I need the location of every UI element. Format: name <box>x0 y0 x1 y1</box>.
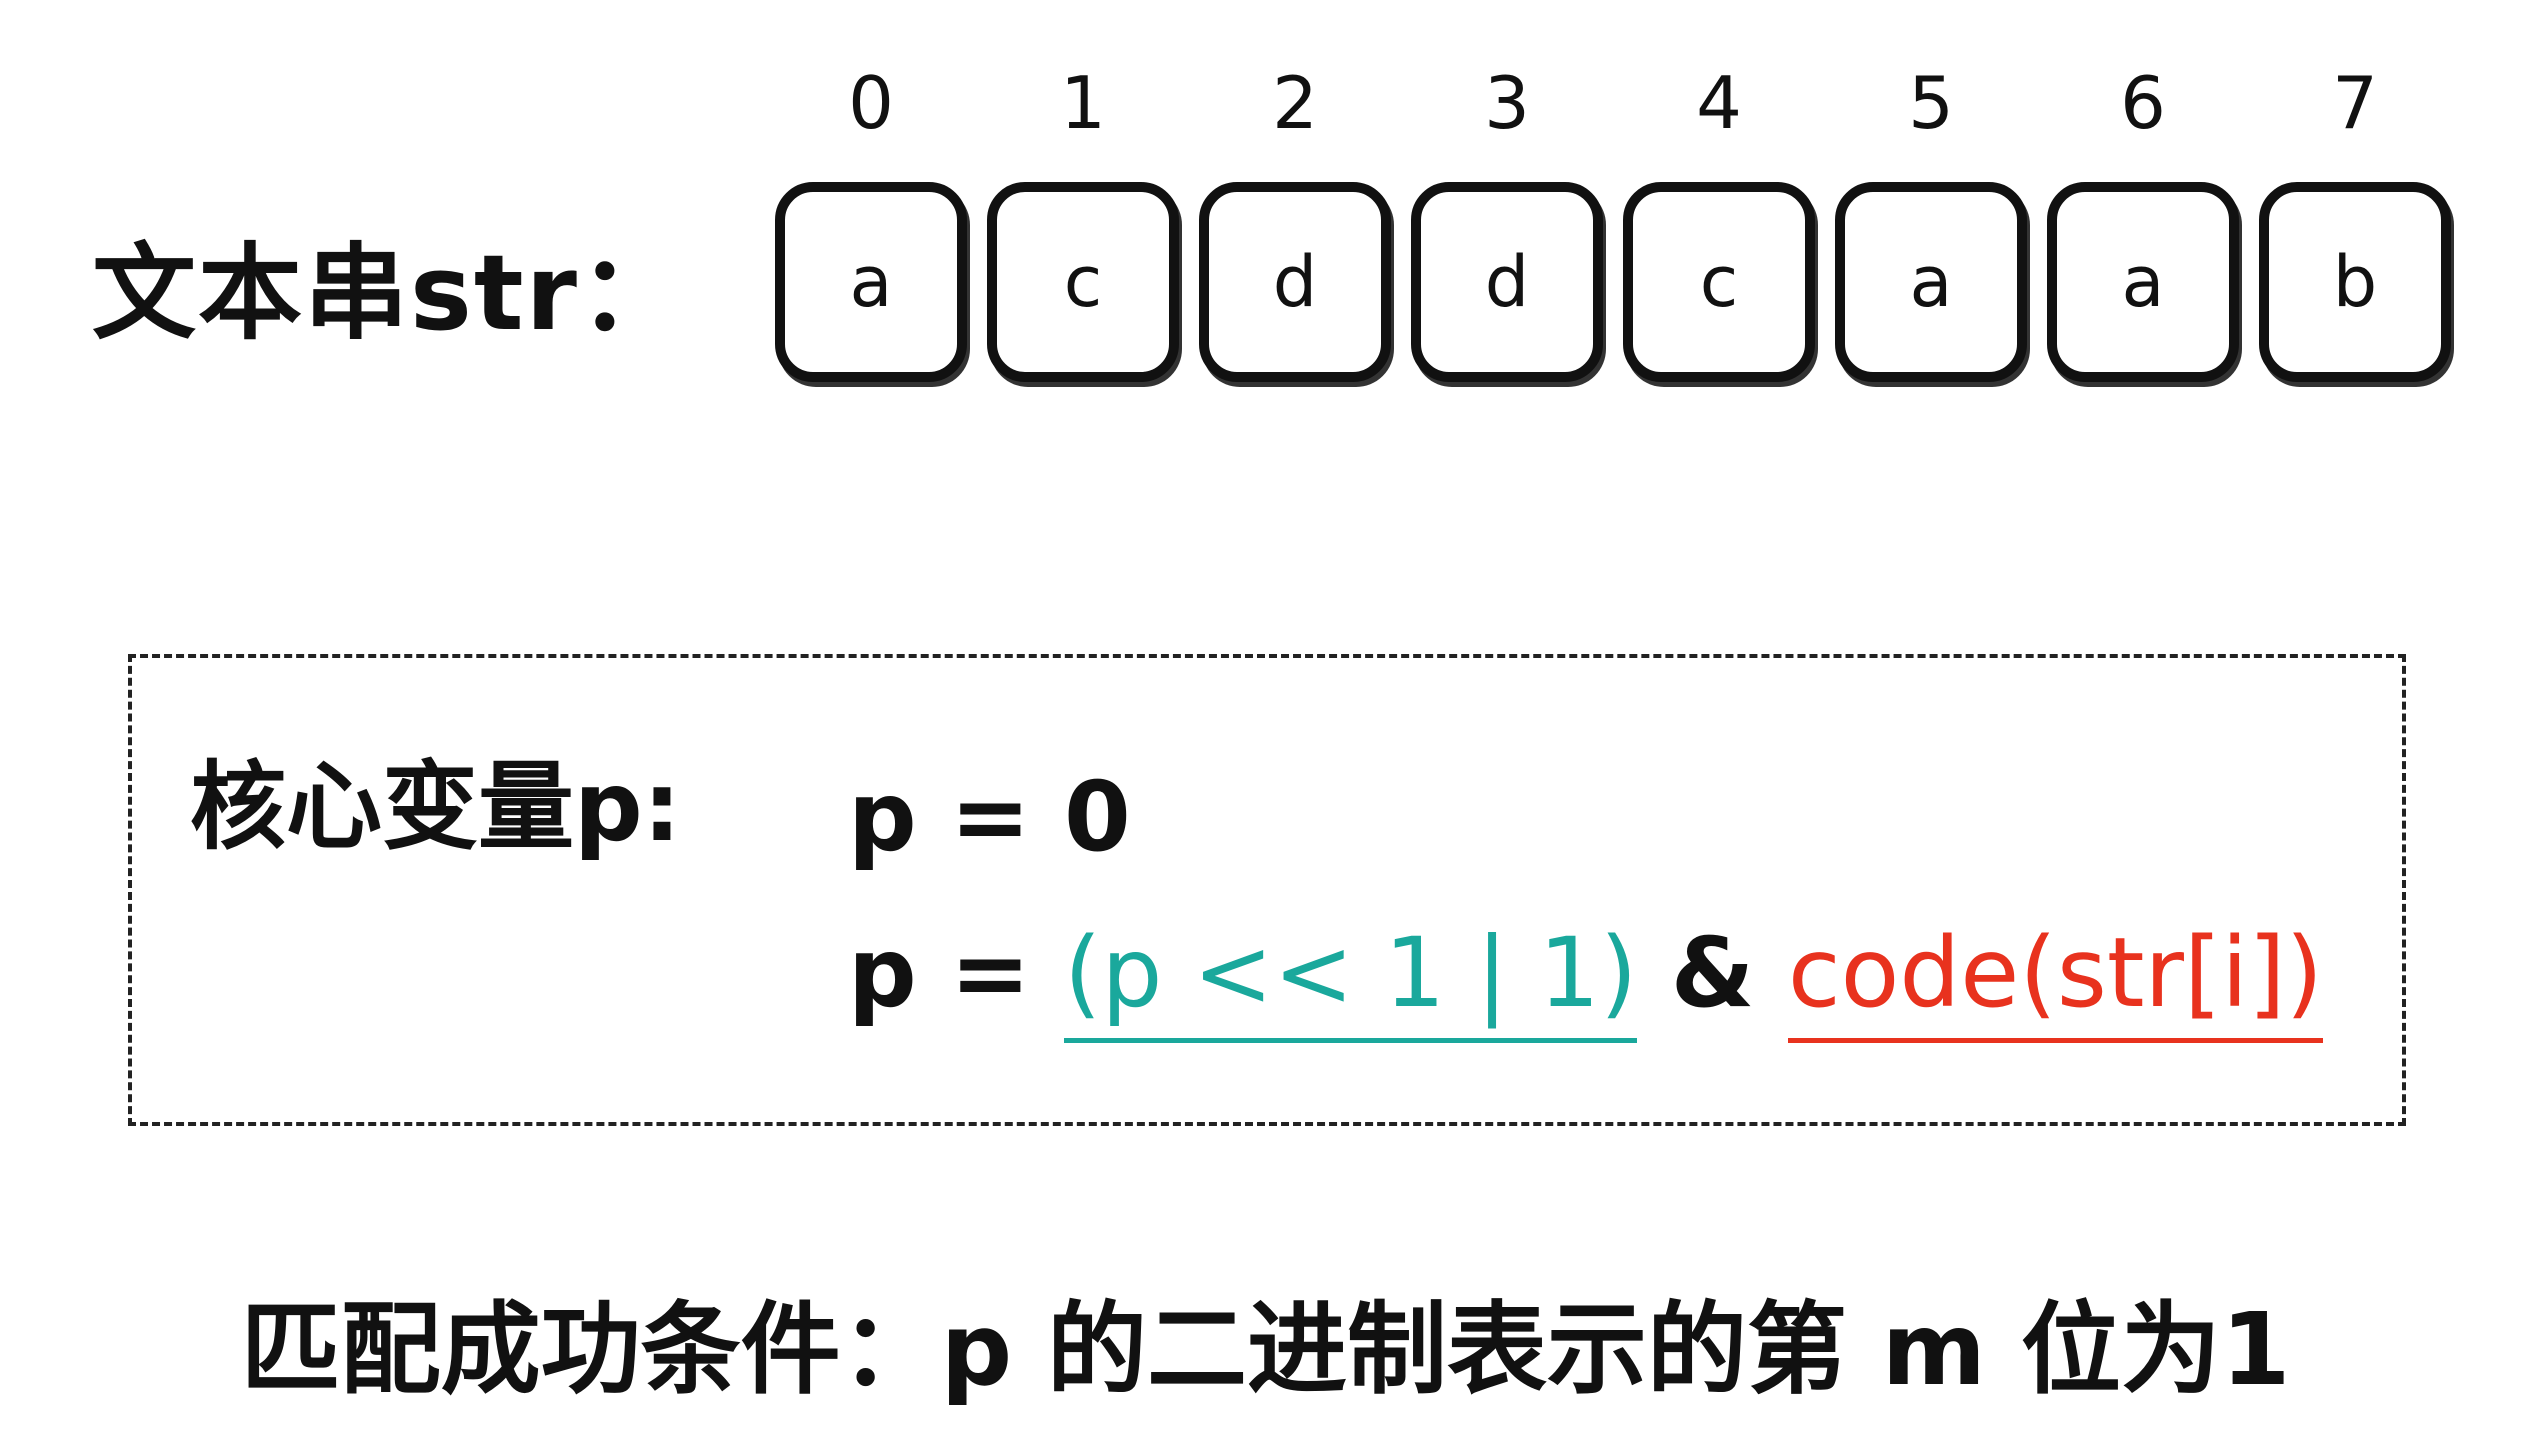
index-label: 2 <box>1272 61 1318 145</box>
char-cell: b <box>2259 182 2451 382</box>
char-value: c <box>1063 241 1103 323</box>
char-cell: a <box>2047 182 2239 382</box>
formula-and-operator: & <box>1637 917 1788 1029</box>
index-label: 3 <box>1484 61 1530 145</box>
formula-update-lhs: p = <box>848 917 1064 1029</box>
char-value: b <box>2332 241 2378 323</box>
index-label: 1 <box>1060 61 1106 145</box>
char-value: d <box>1272 241 1318 323</box>
char-value: a <box>849 241 893 323</box>
char-cell: a <box>1835 182 2027 382</box>
char-cell: d <box>1411 182 1603 382</box>
formula-update: p = (p << 1 | 1) & code(str[i]) <box>848 918 2323 1043</box>
char-cell: a <box>775 182 967 382</box>
index-label: 6 <box>2120 61 2166 145</box>
char-cell: c <box>987 182 1179 382</box>
char-value: a <box>1909 241 1953 323</box>
char-cell: d <box>1199 182 1391 382</box>
index-label: 4 <box>1696 61 1742 145</box>
formula-shift-term: (p << 1 | 1) <box>1064 918 1638 1043</box>
text-string-label: 文本串str： <box>92 232 685 354</box>
index-label: 0 <box>848 61 894 145</box>
char-cell: c <box>1623 182 1815 382</box>
index-label: 7 <box>2332 61 2378 145</box>
char-value: d <box>1484 241 1530 323</box>
formula-mask-term: code(str[i]) <box>1787 918 2323 1043</box>
char-value: a <box>2121 241 2165 323</box>
formula-init: p = 0 <box>848 761 1131 873</box>
index-label: 5 <box>1908 61 1954 145</box>
core-variable-box <box>128 654 2406 1126</box>
match-condition: 匹配成功条件：p 的二进制表示的第 m 位为1 <box>240 1291 2291 1408</box>
core-variable-label: 核心变量p: <box>190 751 682 863</box>
char-value: c <box>1699 241 1739 323</box>
